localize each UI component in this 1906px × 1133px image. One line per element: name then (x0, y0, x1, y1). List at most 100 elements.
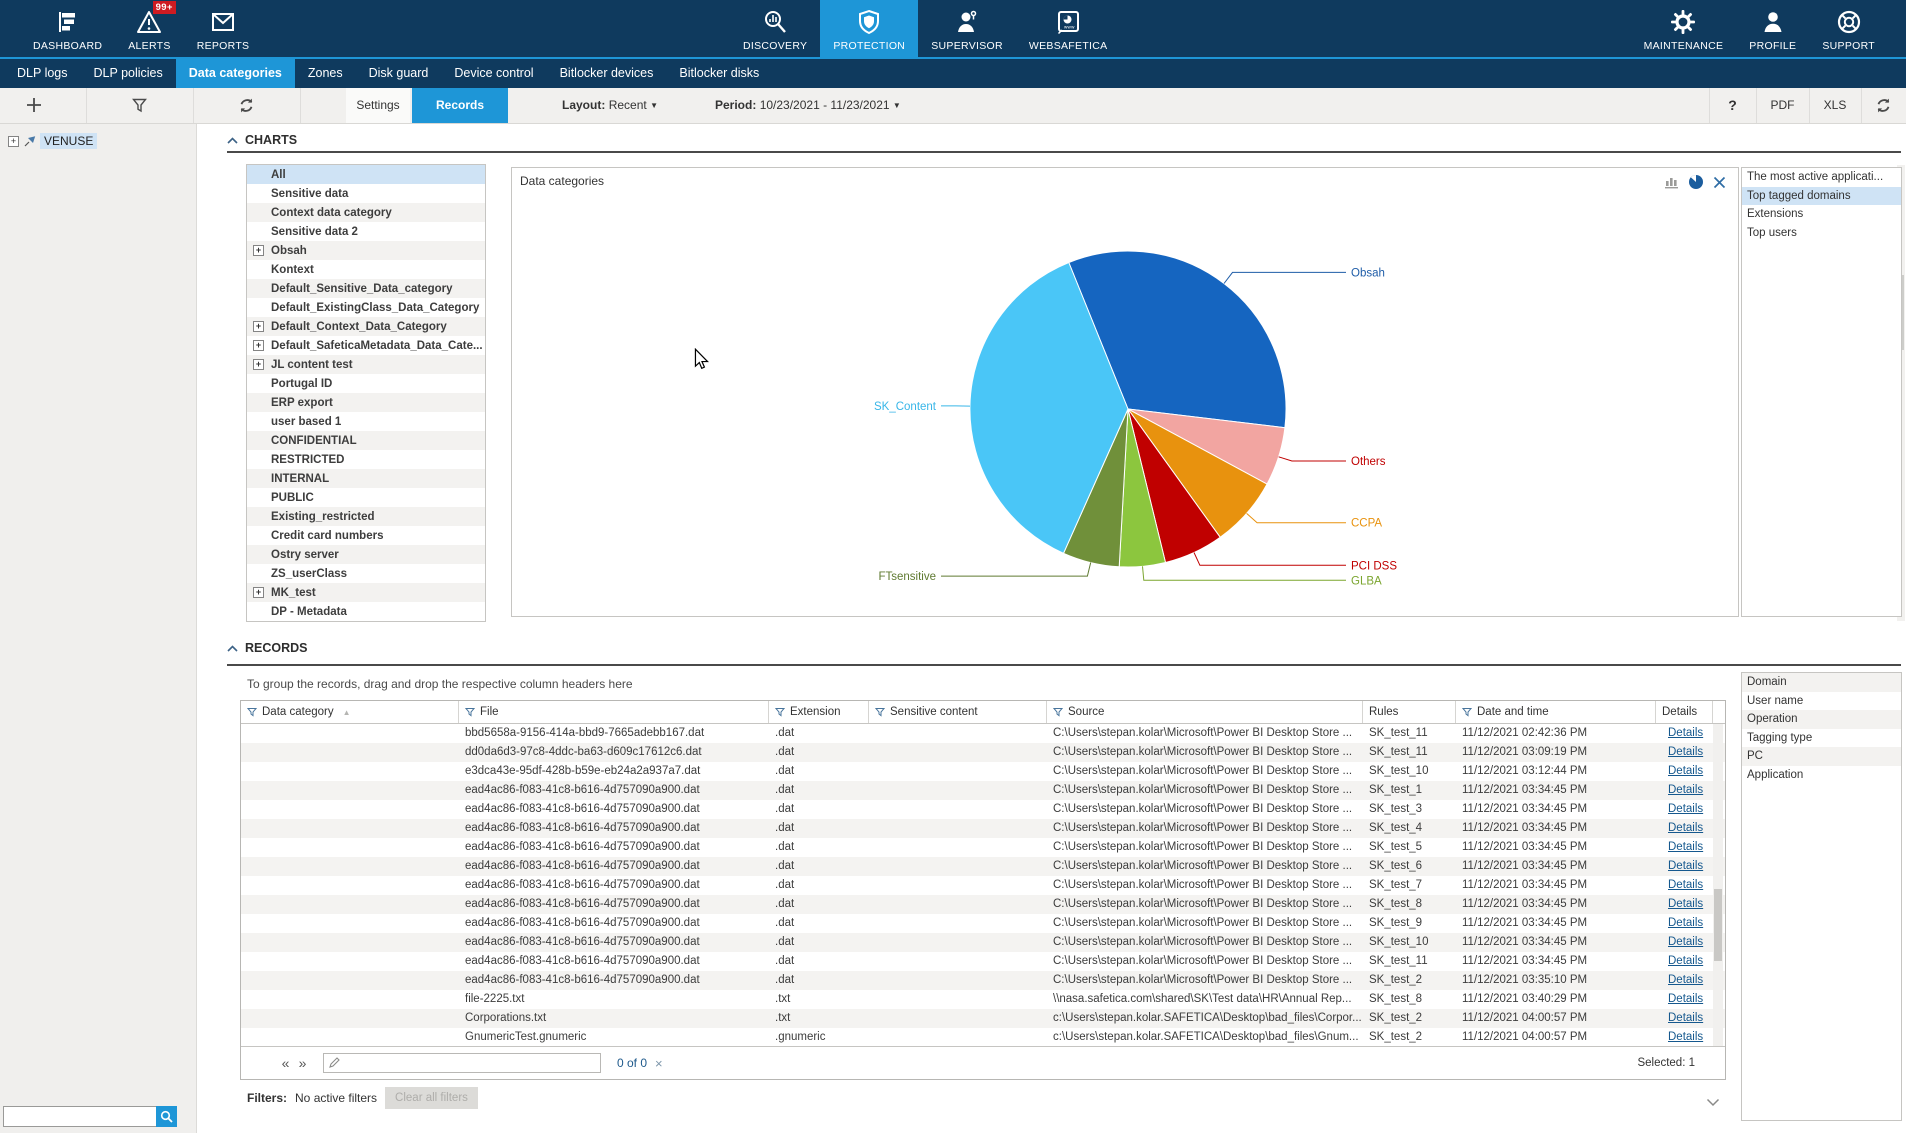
scroll-down-chevron-icon[interactable] (1706, 1098, 1720, 1107)
details-link[interactable]: Details (1656, 724, 1713, 743)
column-header-sensitive-content[interactable]: Sensitive content (869, 701, 1047, 723)
tab-bitlocker-disks[interactable]: Bitlocker disks (666, 59, 772, 88)
table-row[interactable]: ead4ac86-f083-41c8-b616-4d757090a900.dat… (241, 781, 1725, 800)
records-option-item[interactable]: Operation (1742, 710, 1901, 729)
category-list-item[interactable]: PUBLIC (247, 488, 485, 507)
nav-alerts[interactable]: 99+ ALERTS (115, 0, 183, 57)
category-list-item[interactable]: +Default_Context_Data_Category (247, 317, 485, 336)
column-header-date-and-time[interactable]: Date and time (1456, 701, 1656, 723)
details-link[interactable]: Details (1656, 1009, 1713, 1028)
category-list-item[interactable]: Kontext (247, 260, 485, 279)
table-row[interactable]: ead4ac86-f083-41c8-b616-4d757090a900.dat… (241, 857, 1725, 876)
table-row[interactable]: ead4ac86-f083-41c8-b616-4d757090a900.dat… (241, 933, 1725, 952)
category-list-item[interactable]: Default_ExistingClass_Data_Category (247, 298, 485, 317)
filter-funnel-icon[interactable] (1053, 707, 1063, 717)
table-row[interactable]: ead4ac86-f083-41c8-b616-4d757090a900.dat… (241, 876, 1725, 895)
category-list-item[interactable]: ZS_userClass (247, 564, 485, 583)
tree-node-venuse[interactable]: + VENUSE (8, 133, 97, 149)
column-header-file[interactable]: File (459, 701, 769, 723)
details-link[interactable]: Details (1656, 819, 1713, 838)
sidebar-search-input[interactable] (3, 1106, 158, 1127)
table-row[interactable]: ead4ac86-f083-41c8-b616-4d757090a900.dat… (241, 819, 1725, 838)
category-list-item[interactable]: RESTRICTED (247, 450, 485, 469)
table-row[interactable]: ead4ac86-f083-41c8-b616-4d757090a900.dat… (241, 914, 1725, 933)
charts-section-header[interactable]: CHARTS (227, 133, 297, 147)
category-list-item[interactable]: CONFIDENTIAL (247, 431, 485, 450)
details-link[interactable]: Details (1656, 990, 1713, 1009)
table-row[interactable]: ead4ac86-f083-41c8-b616-4d757090a900.dat… (241, 971, 1725, 990)
records-option-item[interactable]: Application (1742, 766, 1901, 785)
view-tab-settings[interactable]: Settings (346, 88, 410, 123)
category-list-item[interactable]: +Default_SafeticaMetadata_Data_Cate... (247, 336, 485, 355)
category-list-item[interactable]: Ostry server (247, 545, 485, 564)
records-option-item[interactable]: Domain (1742, 673, 1901, 692)
details-link[interactable]: Details (1656, 781, 1713, 800)
bar-chart-view-icon[interactable] (1665, 175, 1679, 189)
category-list-item[interactable]: Existing_restricted (247, 507, 485, 526)
table-row[interactable]: ead4ac86-f083-41c8-b616-4d757090a900.dat… (241, 952, 1725, 971)
details-link[interactable]: Details (1656, 838, 1713, 857)
records-option-item[interactable]: User name (1742, 692, 1901, 711)
records-option-item[interactable]: PC (1742, 747, 1901, 766)
nav-websafetica[interactable]: www WEBSAFETICA (1016, 0, 1121, 57)
nav-discovery[interactable]: DISCOVERY (730, 0, 820, 57)
nav-maintenance[interactable]: MAINTENANCE (1631, 0, 1737, 57)
period-selector[interactable]: Period: 10/23/2021 - 11/23/2021 ▼ (715, 88, 901, 123)
tab-dlp-logs[interactable]: DLP logs (4, 59, 81, 88)
table-row[interactable]: bbd5658a-9156-414a-bbd9-7665adebb167.dat… (241, 724, 1725, 743)
help-button[interactable]: ? (1709, 88, 1756, 123)
category-list-item[interactable]: Sensitive data 2 (247, 222, 485, 241)
category-list-item[interactable]: Portugal ID (247, 374, 485, 393)
details-link[interactable]: Details (1656, 1028, 1713, 1047)
tree-expand-icon[interactable]: + (8, 136, 19, 147)
category-list-item[interactable]: INTERNAL (247, 469, 485, 488)
table-row[interactable]: GnumericTest.gnumeric.gnumericc:\Users\s… (241, 1028, 1725, 1047)
expand-icon[interactable]: + (253, 359, 264, 370)
export-xls-button[interactable]: XLS (1809, 88, 1861, 123)
refresh-left-button[interactable] (238, 97, 255, 114)
details-link[interactable]: Details (1656, 914, 1713, 933)
category-list-item[interactable]: +JL content test (247, 355, 485, 374)
chart-option-item[interactable]: The most active applicati... (1742, 168, 1901, 187)
category-list-item[interactable]: DP - Metadata (247, 602, 485, 621)
chart-option-item[interactable]: Top users (1742, 224, 1901, 243)
tab-device-control[interactable]: Device control (441, 59, 546, 88)
category-list-item[interactable]: ERP export (247, 393, 485, 412)
close-icon[interactable] (1713, 176, 1726, 189)
tab-disk-guard[interactable]: Disk guard (356, 59, 442, 88)
table-row[interactable]: dd0da6d3-97c8-4ddc-ba63-d609c17612c6.dat… (241, 743, 1725, 762)
tab-data-categories[interactable]: Data categories (176, 59, 295, 88)
details-link[interactable]: Details (1656, 933, 1713, 952)
pie-chart-view-icon[interactable] (1688, 174, 1704, 190)
category-list-item[interactable]: user based 1 (247, 412, 485, 431)
filter-funnel-icon[interactable] (775, 707, 785, 717)
sidebar-search-button[interactable] (156, 1106, 177, 1127)
column-header-extension[interactable]: Extension (769, 701, 869, 723)
category-list-item[interactable]: Credit card numbers (247, 526, 485, 545)
table-row[interactable]: e3dca43e-95df-428b-b59e-eb24a2a937a7.dat… (241, 762, 1725, 781)
category-list-item[interactable]: +MK_test (247, 583, 485, 602)
table-row[interactable]: ead4ac86-f083-41c8-b616-4d757090a900.dat… (241, 800, 1725, 819)
category-list-item[interactable]: +Obsah (247, 241, 485, 260)
details-link[interactable]: Details (1656, 971, 1713, 990)
chart-option-item[interactable]: Extensions (1742, 205, 1901, 224)
table-row[interactable]: ead4ac86-f083-41c8-b616-4d757090a900.dat… (241, 895, 1725, 914)
details-link[interactable]: Details (1656, 876, 1713, 895)
filter-funnel-icon[interactable] (1462, 707, 1472, 717)
details-link[interactable]: Details (1656, 762, 1713, 781)
details-link[interactable]: Details (1656, 952, 1713, 971)
table-row[interactable]: file-2225.txt.txt\\nasa.safetica.com\sha… (241, 990, 1725, 1009)
nav-profile[interactable]: PROFILE (1736, 0, 1809, 57)
first-page-button[interactable]: « (277, 1055, 294, 1071)
record-search-input[interactable] (323, 1053, 601, 1073)
nav-reports[interactable]: REPORTS (184, 0, 263, 57)
filter-funnel-icon[interactable] (465, 707, 475, 717)
records-option-item[interactable]: Tagging type (1742, 729, 1901, 748)
chart-option-item[interactable]: Top tagged domains (1742, 187, 1901, 206)
tab-zones[interactable]: Zones (295, 59, 356, 88)
category-list-item[interactable]: All (247, 165, 485, 184)
nav-protection[interactable]: PROTECTION (820, 0, 918, 57)
filter-funnel-icon[interactable] (875, 707, 885, 717)
column-header-details[interactable]: Details (1656, 701, 1713, 723)
details-link[interactable]: Details (1656, 857, 1713, 876)
